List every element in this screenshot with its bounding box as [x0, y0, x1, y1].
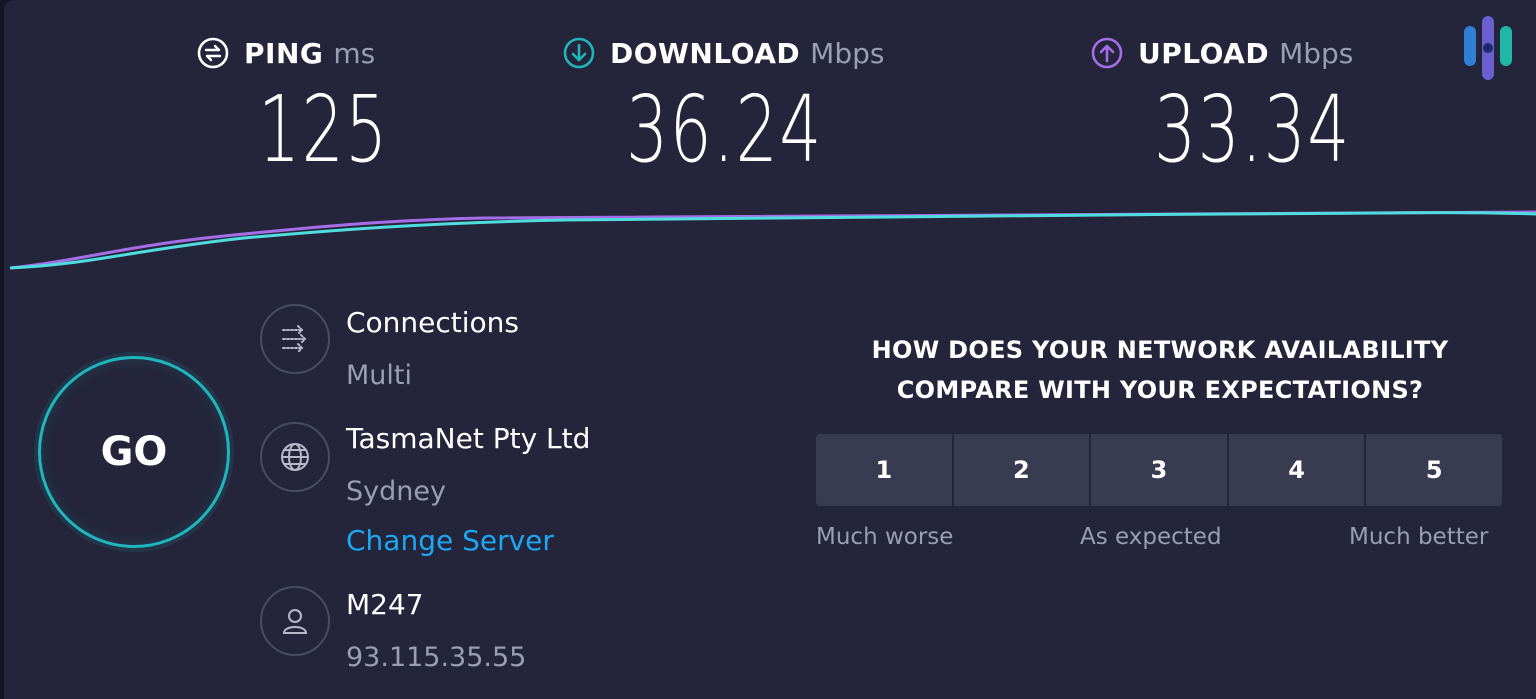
download-label: DOWNLOAD [610, 36, 801, 70]
rating-option-4[interactable]: 4 [1228, 434, 1367, 506]
ping-value: 125 [258, 76, 389, 183]
go-button[interactable]: GO [38, 356, 230, 548]
speedtest-panel: PING ms 125 DOWNLOAD Mbps 36.24 UPLOAD M… [4, 0, 1536, 699]
provider-name: M247 [346, 588, 424, 621]
scale-low-label: Much worse [816, 524, 954, 550]
connections-title: Connections [346, 306, 520, 339]
provider-ip: 93.115.35.55 [346, 642, 527, 673]
server-location: Sydney [346, 476, 446, 507]
download-metric: DOWNLOAD Mbps 36.24 [562, 36, 885, 183]
change-server-link[interactable]: Change Server [346, 524, 554, 557]
scale-high-label: Much better [1349, 524, 1489, 550]
rating-option-1[interactable]: 1 [816, 434, 954, 506]
user-icon [260, 586, 330, 656]
rating-option-5[interactable]: 5 [1366, 434, 1502, 506]
download-value: 36.24 [626, 76, 823, 183]
brand-logo-icon [1464, 16, 1512, 80]
download-unit: Mbps [810, 36, 885, 70]
globe-icon [260, 422, 330, 492]
upload-arrow-icon [1091, 37, 1123, 69]
ping-icon [197, 37, 229, 69]
download-graph-line [9, 211, 1536, 270]
download-arrow-icon [563, 37, 595, 69]
connections-icon [260, 304, 330, 374]
ping-metric: PING ms 125 [196, 36, 387, 183]
survey-question: HOW DOES YOUR NETWORK AVAILABILITY COMPA… [816, 330, 1504, 410]
ping-unit: ms [333, 36, 376, 70]
connections-value[interactable]: Multi [346, 360, 412, 391]
rating-option-2[interactable]: 2 [953, 434, 1092, 506]
rating-scale: 1 2 3 4 5 [816, 434, 1502, 506]
ping-label: PING [244, 36, 324, 70]
upload-metric: UPLOAD Mbps 33.34 [1090, 36, 1354, 183]
rating-option-3[interactable]: 3 [1091, 434, 1229, 506]
upload-unit: Mbps [1279, 36, 1354, 70]
upload-value: 33.34 [1154, 76, 1351, 183]
survey-question-line1: HOW DOES YOUR NETWORK AVAILABILITY [871, 336, 1449, 364]
server-name: TasmaNet Pty Ltd [346, 422, 591, 455]
upload-label: UPLOAD [1138, 36, 1270, 70]
speed-graph [9, 210, 1536, 270]
survey-question-line2: COMPARE WITH YOUR EXPECTATIONS? [896, 376, 1424, 404]
scale-mid-label: As expected [1080, 524, 1222, 550]
